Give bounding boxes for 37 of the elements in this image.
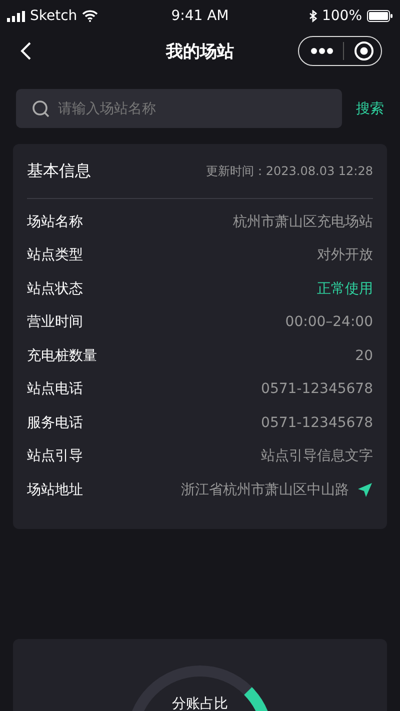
field-label: 场站名称 [27,212,83,231]
field-label: 站点引导 [27,447,83,466]
carrier-name: Sketch [30,8,78,24]
search-button[interactable]: 搜索 [356,100,384,118]
field-label: 场站地址 [27,480,83,499]
signal-icon [7,10,25,22]
navigate-icon[interactable] [357,482,373,498]
back-icon[interactable] [20,41,32,61]
battery-icon [367,10,393,22]
update-time: 更新时间：2023.08.03 12:28 [206,162,373,180]
field-value: 浙江省杭州市萧山区中山路 [181,480,349,499]
field-value: 00:00–24:00 [285,314,373,330]
card-title: 基本信息 [27,160,91,182]
field-value: 对外开放 [317,246,373,264]
field-label: 营业时间 [27,313,83,332]
field-value: 0571-12345678 [261,414,373,431]
page-title: 我的场站 [166,40,234,62]
share-label: 分账占比 [172,694,228,711]
field-label: 站点状态 [27,280,83,298]
field-value: 20 [355,348,373,364]
more-icon[interactable] [311,48,333,54]
capsule-menu[interactable] [298,36,382,66]
field-label: 站点电话 [27,380,83,398]
field-value: 杭州市萧山区充电场站 [233,212,373,231]
battery-percent: 100% [322,8,362,24]
field-label: 服务电话 [27,414,83,432]
wifi-icon [82,10,98,22]
search-field[interactable]: 请输入场站名称 [16,89,342,128]
field-label: 充电桩数量 [27,346,97,365]
field-value: 站点引导信息文字 [261,447,373,466]
clock-time: 9:41 AM [171,8,229,24]
field-label: 站点类型 [27,246,83,264]
bluetooth-icon [308,10,317,22]
search-icon [32,100,50,118]
field-value: 正常使用 [317,280,373,298]
field-value: 0571-12345678 [261,381,373,398]
close-icon[interactable] [354,41,374,61]
